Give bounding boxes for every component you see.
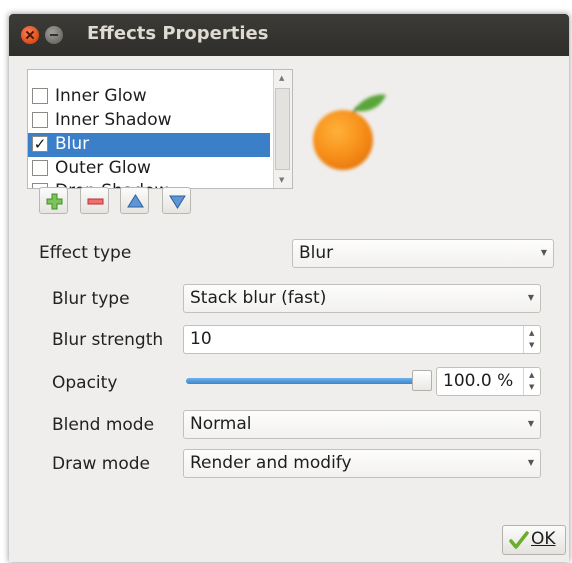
effect-type-label: Effect type [39,243,132,263]
opacity-slider-track[interactable] [186,378,420,384]
blur-type-value: Stack blur (fast) [190,288,327,308]
blend-mode-label: Blend mode [52,415,155,435]
spin-up-icon[interactable]: ▲ [529,329,534,337]
effect-item-label: Inner Shadow [55,110,172,130]
opacity-label: Opacity [52,373,118,393]
blend-mode-value: Normal [190,414,252,434]
add-effect-button[interactable] [39,187,68,214]
effect-item-label: Drop Shadow [55,181,168,188]
ok-button-label: OK [531,529,556,549]
checkmark-icon [509,531,529,549]
draw-mode-value: Render and modify [190,453,352,473]
effect-list-scrollbar[interactable]: ▲ ▼ [273,70,292,188]
spin-arrows[interactable]: ▲ ▼ [523,326,540,353]
effect-list[interactable]: Inner Glow Inner Shadow ✓ Blur Outer Glo… [27,69,293,189]
effect-checkbox[interactable]: ✓ [32,136,48,152]
effect-checkbox[interactable] [32,88,48,104]
move-effect-down-button[interactable] [162,187,191,214]
arrow-up-icon [127,194,144,208]
effect-checkbox[interactable] [32,160,48,176]
spin-up-icon[interactable]: ▲ [529,371,534,379]
blend-mode-combo[interactable]: Normal ▼ [183,410,541,439]
opacity-slider-handle[interactable] [412,370,432,391]
effect-item-blur[interactable]: ✓ Blur [28,133,270,157]
draw-mode-label: Draw mode [52,454,151,474]
effect-item-inner-shadow[interactable]: Inner Shadow [28,109,270,133]
effect-checkbox[interactable] [32,112,48,128]
effect-item-outer-glow[interactable]: Outer Glow [28,157,270,181]
remove-effect-button[interactable] [80,187,109,214]
effect-item-label: Blur [55,134,90,154]
chevron-down-icon: ▼ [527,458,534,467]
move-effect-up-button[interactable] [120,187,149,214]
scroll-down-icon[interactable]: ▼ [279,176,284,184]
blur-strength-spinbox[interactable]: 10 ▲ ▼ [183,325,541,354]
spin-arrows[interactable]: ▲ ▼ [523,368,540,395]
spin-down-icon[interactable]: ▼ [529,341,534,349]
effect-type-value: Blur [299,243,334,263]
ok-button[interactable]: OK [502,525,566,555]
blur-type-combo[interactable]: Stack blur (fast) ▼ [183,284,541,313]
chevron-down-icon: ▼ [527,419,534,428]
window-title: Effects Properties [87,23,269,44]
blur-type-label: Blur type [52,289,130,309]
spin-down-icon[interactable]: ▼ [529,383,534,391]
close-window-button[interactable] [21,26,39,44]
effect-preview-image [313,94,386,170]
scroll-up-icon[interactable]: ▲ [279,74,284,82]
effect-item-inner-glow[interactable]: Inner Glow [28,85,270,109]
title-bar: Effects Properties [9,14,569,56]
blur-strength-value: 10 [190,329,212,349]
minimize-window-button[interactable] [45,26,63,44]
opacity-spinbox[interactable]: 100.0 % ▲ ▼ [436,367,541,396]
chevron-down-icon: ▼ [527,293,534,302]
minus-icon [87,198,104,205]
draw-mode-combo[interactable]: Render and modify ▼ [183,449,541,478]
effect-item-label: Inner Glow [55,86,147,106]
scrollbar-thumb[interactable] [275,88,290,170]
effect-item-label: Outer Glow [55,158,151,178]
effect-type-combo[interactable]: Blur ▼ [292,239,554,268]
opacity-value: 100.0 % [443,371,514,391]
chevron-down-icon: ▼ [540,248,547,257]
plus-icon [46,193,63,210]
arrow-down-icon [169,195,186,209]
blur-strength-label: Blur strength [52,330,164,350]
